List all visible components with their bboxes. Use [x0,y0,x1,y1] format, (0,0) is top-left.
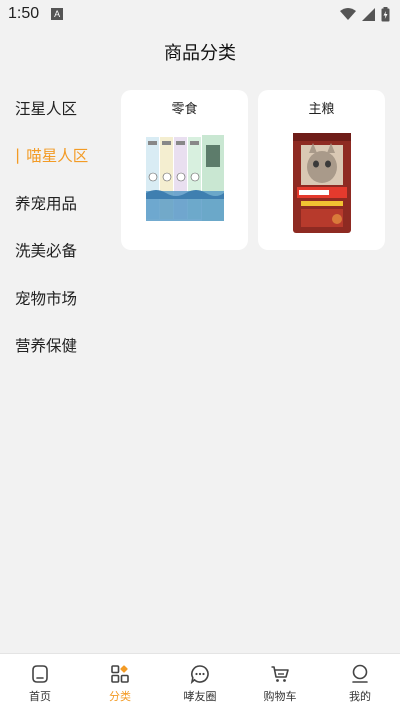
profile-icon [352,664,368,683]
tab-label: 首页 [29,690,51,703]
home-icon [32,665,48,683]
sidebar-item-label: 洗美必备 [15,242,78,261]
sidebar-item-dogs[interactable]: | 汪星人区 [0,84,110,132]
tab-category[interactable]: 分类 [80,654,160,711]
tab-home[interactable]: 首页 [0,654,80,711]
sidebar-item-label: 宠物市场 [15,289,78,308]
sidebar-item-label: 汪星人区 [15,99,78,118]
sidebar-item-supplies[interactable]: | 养宠用品 [0,179,110,227]
sidebar-item-nutrition[interactable]: | 营养保健 [0,322,110,370]
tab-community[interactable]: 哮友圈 [160,654,240,711]
tab-label: 哮友圈 [183,690,217,703]
category-card-snacks[interactable]: 零食 [121,90,248,250]
snack-product-image [145,135,224,221]
sidebar-item-label: 喵星人区 [26,147,89,166]
category-label: 主粮 [308,102,335,117]
page-title: 商品分类 [164,43,236,64]
sidebar-item-pet-market[interactable]: | 宠物市场 [0,274,110,322]
page-header: 商品分类 [0,28,400,76]
category-label: 零食 [171,102,198,117]
wifi-icon [340,7,356,20]
notification-badge: A [51,8,64,20]
status-bar: 1:50 A [0,0,400,28]
category-grid: 零食 主粮 [121,90,385,250]
status-time: 1:50 [8,5,40,22]
active-marker: | [15,146,21,165]
tab-label: 购物车 [263,690,297,703]
signal-icon [362,7,375,21]
cat-food-bag-image [292,133,351,233]
sidebar-item-label: 营养保健 [15,337,78,356]
tab-label: 分类 [109,690,131,703]
bottom-tab-bar: 首页 分类 哮友圈 购物车 我的 [0,653,400,711]
chat-icon [190,665,209,684]
tab-cart[interactable]: 购物车 [240,654,320,711]
tab-label: 我的 [349,690,371,703]
cart-icon [271,666,289,682]
sidebar-item-cats[interactable]: | 喵星人区 [0,132,110,180]
sidebar-item-grooming[interactable]: | 洗美必备 [0,227,110,275]
sidebar-item-label: 养宠用品 [15,194,78,213]
category-card-staple-food[interactable]: 主粮 [258,90,385,250]
battery-icon [381,6,390,21]
tab-profile[interactable]: 我的 [320,654,400,711]
category-sidebar: | 汪星人区 | 喵星人区 | 养宠用品 | 洗美必备 | 宠物市场 | 营养保… [0,84,110,369]
grid-icon [111,665,129,683]
